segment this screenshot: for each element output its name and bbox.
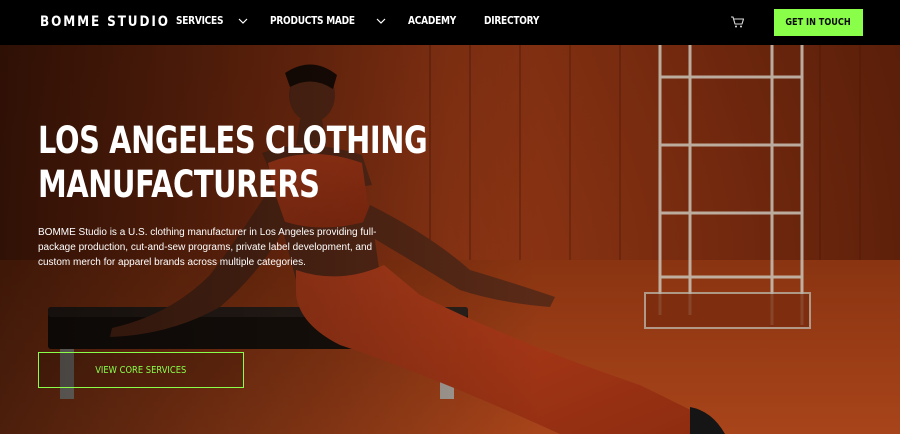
- get-in-touch-label: GET IN TOUCH: [785, 17, 852, 28]
- nav-item-services-label: SERVICES: [176, 15, 224, 27]
- hero-headline-line-2: MANUFACTURERS: [38, 163, 320, 206]
- hero-description: BOMME Studio is a U.S. clothing manufact…: [38, 227, 377, 268]
- top-navigation-bar: BOMME STUDIO SERVICES PRODUCTS MADE ACAD…: [0, 0, 900, 45]
- chevron-down-icon: [238, 18, 248, 24]
- chevron-down-icon: [376, 18, 385, 24]
- view-core-services-button[interactable]: VIEW CORE SERVICES: [38, 352, 244, 388]
- nav-item-products-made-label: PRODUCTS MADE: [269, 15, 355, 27]
- nav-item-academy-label: ACADEMY: [407, 15, 456, 27]
- nav-item-services[interactable]: SERVICES: [176, 15, 249, 27]
- nav-item-directory-label: DIRECTORY: [484, 15, 540, 27]
- cart-icon[interactable]: [730, 15, 745, 29]
- get-in-touch-button[interactable]: GET IN TOUCH: [774, 9, 863, 36]
- hero-headline: LOS ANGELES CLOTHING MANUFACTURERS: [38, 119, 428, 207]
- brand-logo[interactable]: BOMME STUDIO: [40, 14, 170, 30]
- nav-item-directory[interactable]: DIRECTORY: [484, 15, 548, 27]
- nav-item-products-made[interactable]: PRODUCTS MADE: [270, 15, 387, 27]
- hero-headline-line-1: LOS ANGELES CLOTHING: [38, 119, 428, 162]
- view-core-services-label: VIEW CORE SERVICES: [95, 364, 187, 376]
- hero-section: LOS ANGELES CLOTHING MANUFACTURERS BOMME…: [0, 45, 900, 434]
- nav-item-academy[interactable]: ACADEMY: [408, 15, 464, 27]
- main-menu: SERVICES PRODUCTS MADE ACADEMY DIRECTORY: [176, 15, 569, 27]
